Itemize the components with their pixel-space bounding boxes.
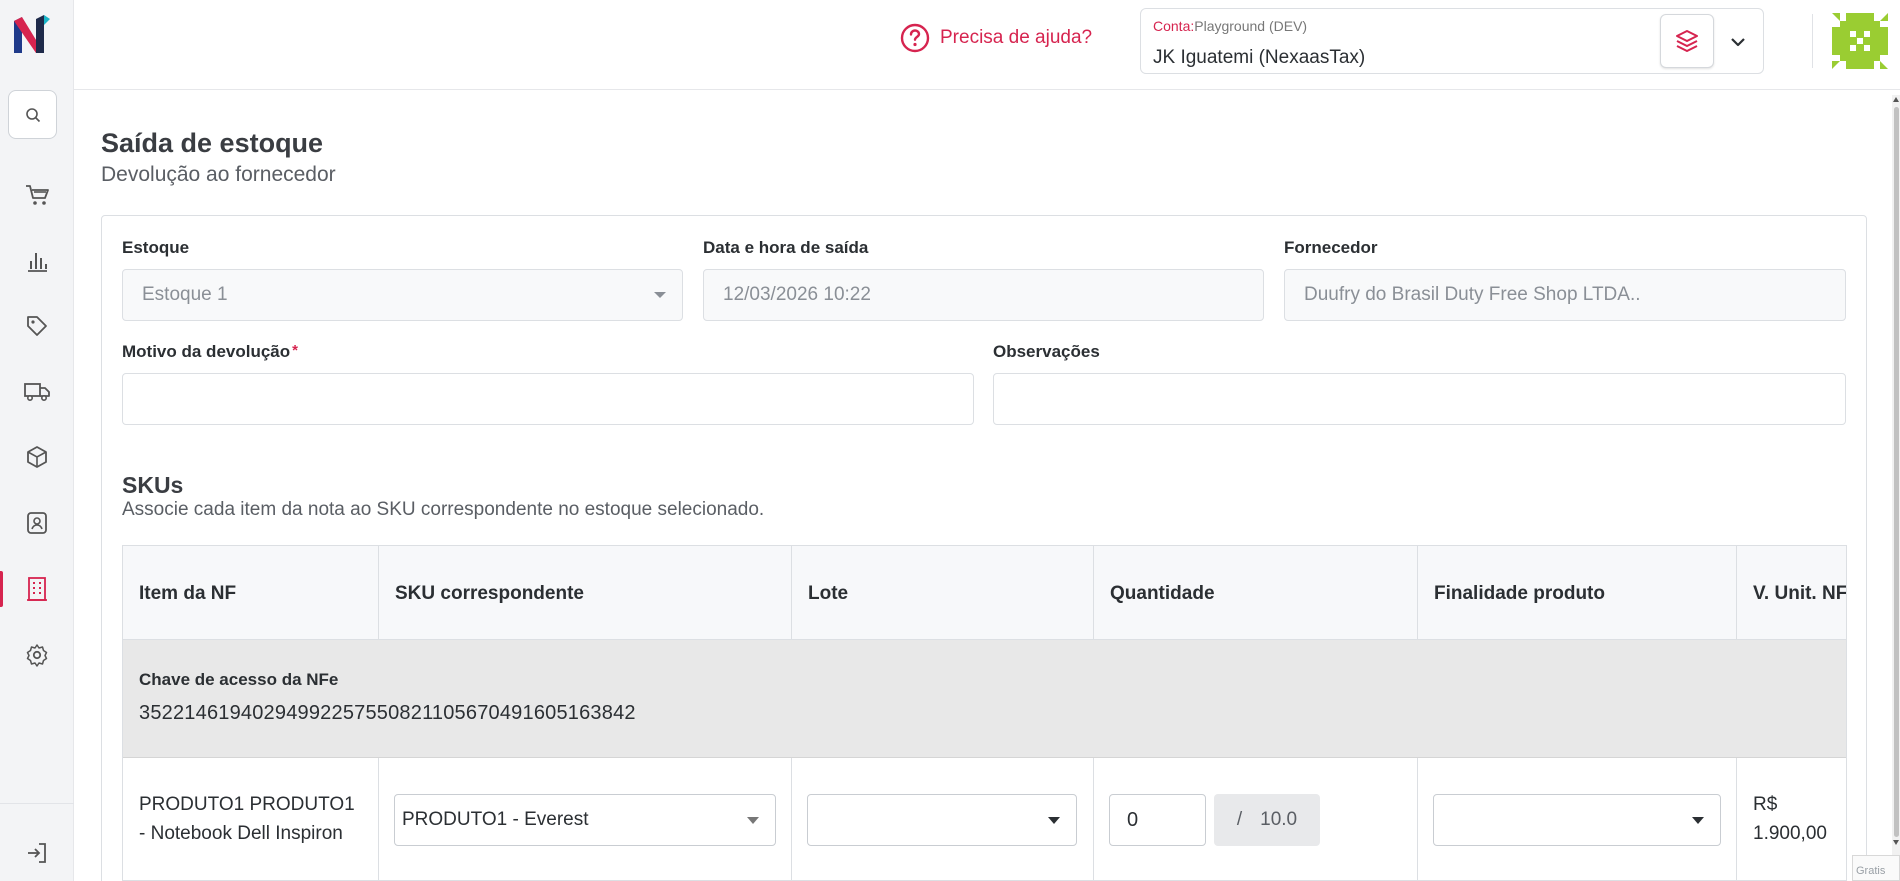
sidebar-item-inventory[interactable]: [0, 433, 74, 481]
data-saida-value: 12/03/2026 10:22: [723, 284, 871, 305]
required-mark: *: [292, 342, 298, 359]
data-saida-label: Data e hora de saída: [703, 238, 869, 257]
sidebar: [0, 0, 74, 881]
help-text: Precisa de ajuda?: [940, 27, 1093, 48]
corner-badge: Gratis: [1852, 855, 1900, 881]
gear-icon: [26, 644, 48, 667]
chevron-down-icon: [1048, 817, 1060, 824]
bar-chart-icon: [28, 253, 47, 272]
sidebar-divider: [0, 803, 74, 804]
finalidade-select[interactable]: [1433, 794, 1721, 846]
lote-select[interactable]: [807, 794, 1077, 846]
account-env: Playground (DEV): [1194, 18, 1308, 34]
nfe-label: Chave de acesso da NFe: [139, 670, 339, 689]
estoque-select[interactable]: Estoque 1: [122, 269, 683, 321]
avatar[interactable]: [1832, 13, 1888, 69]
sidebar-item-company[interactable]: [0, 565, 74, 613]
table-row: PRODUTO1 PRODUTO1 - Notebook Dell Inspir…: [123, 758, 1846, 880]
help-link[interactable]: Precisa de ajuda?: [900, 23, 1092, 53]
column-header-sku: SKU correspondente: [379, 546, 792, 640]
column-header-lote: Lote: [792, 546, 1094, 640]
truck-icon: [24, 383, 50, 401]
table-header: Item da NF SKU correspondente Lote Quant…: [123, 546, 1846, 640]
v-unit-value: 1.900,00: [1753, 823, 1827, 844]
sidebar-item-sales[interactable]: [0, 171, 74, 219]
chevron-down-icon: [654, 292, 666, 298]
quantidade-max: / 10.0: [1214, 794, 1320, 846]
quantidade-separator: /: [1236, 809, 1243, 830]
chevron-down-icon: [747, 817, 759, 824]
skus-description: Associe cada item da nota ao SKU corresp…: [122, 499, 765, 520]
chevron-down-icon: [1731, 38, 1745, 47]
logout-icon: [28, 843, 46, 863]
observacoes-field[interactable]: [993, 373, 1846, 425]
nfe-group-row: Chave de acesso da NFe 35221461940294992…: [123, 640, 1846, 758]
motivo-label-text: Motivo da devolução: [122, 342, 291, 361]
cell-quantidade: 0 / 10.0: [1094, 758, 1418, 880]
motivo-label: Motivo da devolução *: [122, 342, 298, 362]
sku-value: PRODUTO1 - Everest: [402, 809, 589, 830]
v-unit-text: R$ 1.900,00: [1753, 790, 1827, 848]
estoque-value: Estoque 1: [142, 284, 228, 305]
column-header-quantidade: Quantidade: [1094, 546, 1418, 640]
scrollbar-thumb[interactable]: [1894, 107, 1899, 837]
fornecedor-field[interactable]: Duufry do Brasil Duty Free Shop LTDA..: [1284, 269, 1846, 321]
item-nf-text: PRODUTO1 PRODUTO1 - Notebook Dell Inspir…: [139, 794, 355, 844]
cell-v-unit: R$ 1.900,00: [1737, 758, 1846, 880]
quantidade-max-value: 10.0: [1260, 809, 1298, 830]
cell-lote: [792, 758, 1094, 880]
sidebar-item-settings[interactable]: [0, 631, 74, 679]
scroll-up-arrow-icon[interactable]: [1893, 97, 1899, 102]
sidebar-item-contacts[interactable]: [0, 499, 74, 547]
search-icon: [25, 107, 40, 122]
column-header-item-nf: Item da NF: [123, 546, 379, 640]
nfe-access-key: 3522146194029499225755082110567049160516…: [139, 702, 636, 724]
account-label: Conta:Playground (DEV): [1153, 18, 1307, 34]
sidebar-item-reports[interactable]: [0, 237, 74, 285]
cell-finalidade: [1418, 758, 1737, 880]
column-header-v-unit: V. Unit. NF: [1753, 582, 1847, 604]
v-unit-currency: R$: [1753, 794, 1778, 815]
estoque-label: Estoque: [122, 238, 190, 257]
page-subtitle: Devolução ao fornecedor: [101, 163, 336, 186]
cell-item-nf: PRODUTO1 PRODUTO1 - Notebook Dell Inspir…: [123, 758, 379, 880]
sidebar-item-products[interactable]: [0, 302, 74, 350]
fornecedor-value: Duufry do Brasil Duty Free Shop LTDA..: [1304, 284, 1641, 305]
logout-button[interactable]: [0, 829, 74, 877]
quantidade-value: 0: [1127, 808, 1139, 831]
sku-select[interactable]: PRODUTO1 - Everest: [394, 794, 776, 846]
cell-sku: PRODUTO1 - Everest: [379, 758, 792, 880]
nexaas-logo[interactable]: [10, 13, 54, 57]
column-header-finalidade: Finalidade produto: [1418, 546, 1737, 640]
skus-title: SKUs: [122, 472, 184, 498]
observacoes-label: Observações: [993, 342, 1100, 361]
account-key: Conta:: [1153, 18, 1195, 34]
header-divider: [1812, 14, 1813, 68]
motivo-field[interactable]: [122, 373, 974, 425]
top-header: Precisa de ajuda? Conta:Playground (DEV)…: [74, 0, 1900, 90]
chevron-down-icon: [1692, 817, 1704, 824]
fornecedor-label: Fornecedor: [1284, 238, 1378, 257]
help-circle-icon: [900, 23, 930, 53]
box-icon: [27, 446, 47, 468]
skus-table: Item da NF SKU correspondente Lote Quant…: [122, 545, 1847, 881]
layers-icon: [1676, 30, 1698, 52]
quantidade-input[interactable]: 0: [1109, 794, 1206, 846]
data-saida-field[interactable]: 12/03/2026 10:22: [703, 269, 1264, 321]
contact-card-icon: [27, 512, 47, 534]
page-title: Saída de estoque: [101, 128, 324, 158]
search-button[interactable]: [8, 90, 57, 139]
cart-icon: [26, 185, 49, 205]
layers-button[interactable]: [1660, 14, 1714, 68]
building-icon: [27, 577, 47, 601]
account-name: JK Iguatemi (NexaasTax): [1153, 47, 1366, 68]
tag-icon: [27, 316, 47, 336]
sidebar-item-logistics[interactable]: [0, 367, 74, 415]
scroll-down-arrow-icon[interactable]: [1893, 840, 1899, 845]
